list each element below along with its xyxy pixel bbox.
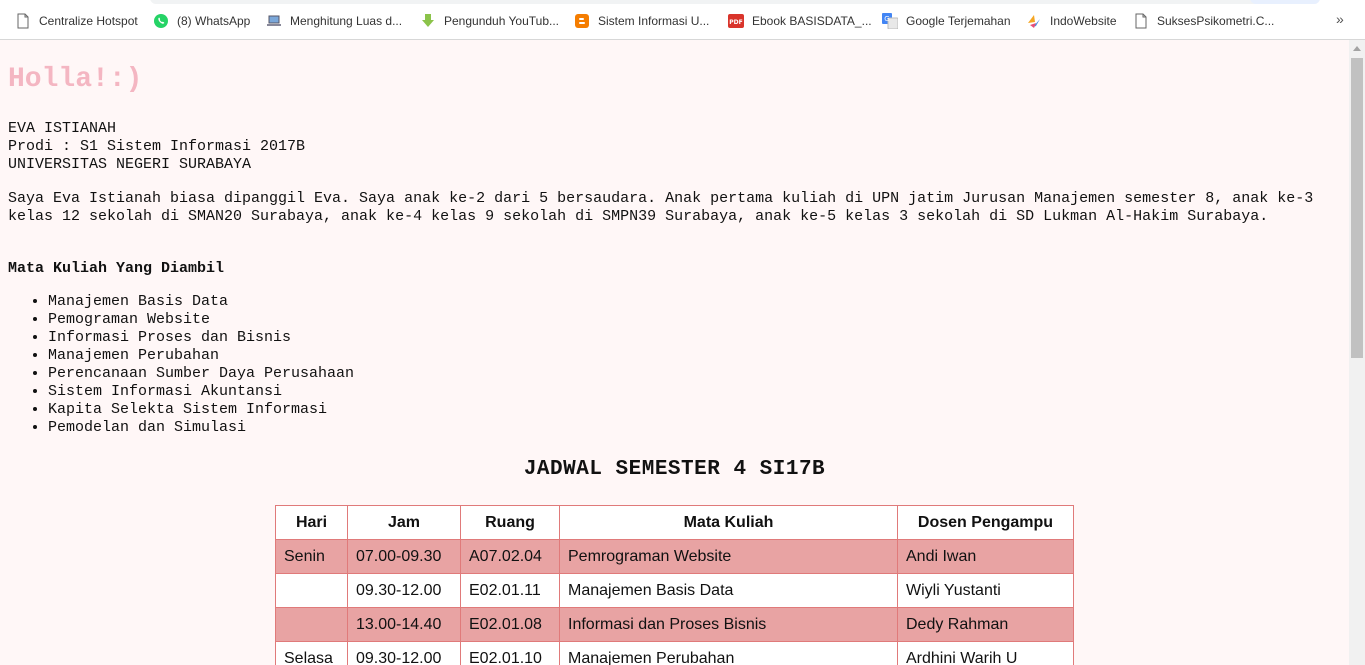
student-prodi: Prodi : S1 Sistem Informasi 2017B <box>8 138 306 155</box>
scrollbar-thumb[interactable] <box>1351 58 1363 358</box>
cell-dosen: Dedy Rahman <box>897 607 1074 642</box>
download-arrow-icon <box>420 13 436 29</box>
cell-jam: 09.30-12.00 <box>347 573 461 608</box>
course-item: Perencanaan Sumber Daya Perusahaan <box>48 365 354 383</box>
identity-block: EVA ISTIANAH Prodi : S1 Sistem Informasi… <box>8 120 305 174</box>
cell-ruang: A07.02.04 <box>460 539 560 574</box>
indowebsite-icon <box>1026 13 1042 29</box>
bookmark-centralize-hotspot[interactable]: Centralize Hotspot <box>15 11 138 31</box>
bookmark-menghitung-luas[interactable]: Menghitung Luas d... <box>266 11 402 31</box>
cell-ruang: E02.01.08 <box>460 607 560 642</box>
cell-hari <box>275 607 348 642</box>
course-item: Kapita Selekta Sistem Informasi <box>48 401 354 419</box>
bookmark-ebook-basisdata[interactable]: PDF Ebook BASISDATA_... <box>728 11 872 31</box>
scroll-up-arrow-icon[interactable] <box>1349 40 1365 57</box>
header-jam: Jam <box>347 505 461 540</box>
cell-dosen: Ardhini Warih U <box>897 641 1074 665</box>
cell-hari: Senin <box>275 539 348 574</box>
address-bar-edge[interactable] <box>150 0 1320 4</box>
bookmark-label: Sistem Informasi U... <box>598 14 710 28</box>
header-ruang: Ruang <box>460 505 560 540</box>
bookmark-sistem-informasi[interactable]: Sistem Informasi U... <box>574 11 709 31</box>
pdf-icon: PDF <box>728 13 744 29</box>
course-item: Informasi Proses dan Bisnis <box>48 329 354 347</box>
bookmarks-bar: Centralize Hotspot (8) WhatsApp Menghitu… <box>0 0 1365 40</box>
cell-dosen: Wiyli Yustanti <box>897 573 1074 608</box>
schedule-table: Hari Jam Ruang Mata Kuliah Dosen Pengamp… <box>275 505 1074 665</box>
cell-mata-kuliah: Informasi dan Proses Bisnis <box>559 607 898 642</box>
student-name: EVA ISTIANAH <box>8 120 117 137</box>
schedule-title: JADWAL SEMESTER 4 SI17B <box>523 458 826 481</box>
cell-hari: Selasa <box>275 641 348 665</box>
cell-mata-kuliah: Pemrograman Website <box>559 539 898 574</box>
svg-text:PDF: PDF <box>729 19 742 26</box>
cell-ruang: E02.01.11 <box>460 573 560 608</box>
laptop-icon <box>266 13 282 29</box>
bookmark-label: Google Terjemahan <box>906 14 1011 28</box>
course-item: Pemodelan dan Simulasi <box>48 419 354 437</box>
bookmark-suksespsikometri[interactable]: SuksesPsikometri.C... <box>1133 11 1274 31</box>
course-item: Sistem Informasi Akuntansi <box>48 383 354 401</box>
page-greeting: Holla!:) <box>8 64 143 95</box>
cell-jam: 09.30-12.00 <box>347 641 461 665</box>
bookmark-label: Ebook BASISDATA_... <box>752 14 872 28</box>
cell-jam: 13.00-14.40 <box>347 607 461 642</box>
cell-hari <box>275 573 348 608</box>
bookmark-indowebsite[interactable]: IndoWebsite <box>1026 11 1117 31</box>
bookmark-label: Menghitung Luas d... <box>290 14 403 28</box>
whatsapp-icon <box>153 13 169 29</box>
header-hari: Hari <box>275 505 348 540</box>
course-item: Manajemen Basis Data <box>48 293 354 311</box>
header-dosen-pengampu: Dosen Pengampu <box>897 505 1074 540</box>
table-header-row: Hari Jam Ruang Mata Kuliah Dosen Pengamp… <box>275 505 1074 540</box>
cell-ruang: E02.01.10 <box>460 641 560 665</box>
bookmark-whatsapp[interactable]: (8) WhatsApp <box>153 11 250 31</box>
omnibox-edge <box>0 0 1365 4</box>
vertical-scrollbar[interactable] <box>1349 40 1365 665</box>
bio-paragraph: Saya Eva Istianah biasa dipanggil Eva. S… <box>8 190 1314 225</box>
bookmark-google-terjemahan[interactable]: G Google Terjemahan <box>882 11 1011 31</box>
bookmark-label: SuksesPsikometri.C... <box>1157 14 1275 28</box>
table-row: Selasa 09.30-12.00 E02.01.10 Manajemen P… <box>275 641 1074 665</box>
course-item: Pemograman Website <box>48 311 354 329</box>
cell-mata-kuliah: Manajemen Basis Data <box>559 573 898 608</box>
student-university: UNIVERSITAS NEGERI SURABAYA <box>8 156 252 173</box>
blogger-icon <box>574 13 590 29</box>
cell-jam: 07.00-09.30 <box>347 539 461 574</box>
table-row: Senin 07.00-09.30 A07.02.04 Pemrograman … <box>275 539 1074 574</box>
bookmark-label: IndoWebsite <box>1050 14 1117 28</box>
courses-list: Manajemen Basis Data Pemograman Website … <box>8 293 354 437</box>
cell-dosen: Andi Iwan <box>897 539 1074 574</box>
address-bar-button-edge[interactable] <box>1250 0 1320 4</box>
table-row: 13.00-14.40 E02.01.08 Informasi dan Pros… <box>275 607 1074 642</box>
bookmark-label: Centralize Hotspot <box>39 14 138 28</box>
svg-text:G: G <box>884 15 889 23</box>
bookmark-label: (8) WhatsApp <box>177 14 251 28</box>
bookmarks-overflow-button[interactable]: » <box>1336 11 1344 27</box>
courses-heading: Mata Kuliah Yang Diambil <box>8 260 225 277</box>
bookmark-label: Pengunduh YouTub... <box>444 14 559 28</box>
page-icon <box>1133 13 1149 29</box>
header-mata-kuliah: Mata Kuliah <box>559 505 898 540</box>
table-row: 09.30-12.00 E02.01.11 Manajemen Basis Da… <box>275 573 1074 608</box>
page-viewport: Holla!:) EVA ISTIANAH Prodi : S1 Sistem … <box>0 40 1349 665</box>
bookmark-pengunduh-youtube[interactable]: Pengunduh YouTub... <box>420 11 559 31</box>
course-item: Manajemen Perubahan <box>48 347 354 365</box>
cell-mata-kuliah: Manajemen Perubahan <box>559 641 898 665</box>
translate-icon: G <box>882 13 899 30</box>
page-icon <box>15 13 31 29</box>
